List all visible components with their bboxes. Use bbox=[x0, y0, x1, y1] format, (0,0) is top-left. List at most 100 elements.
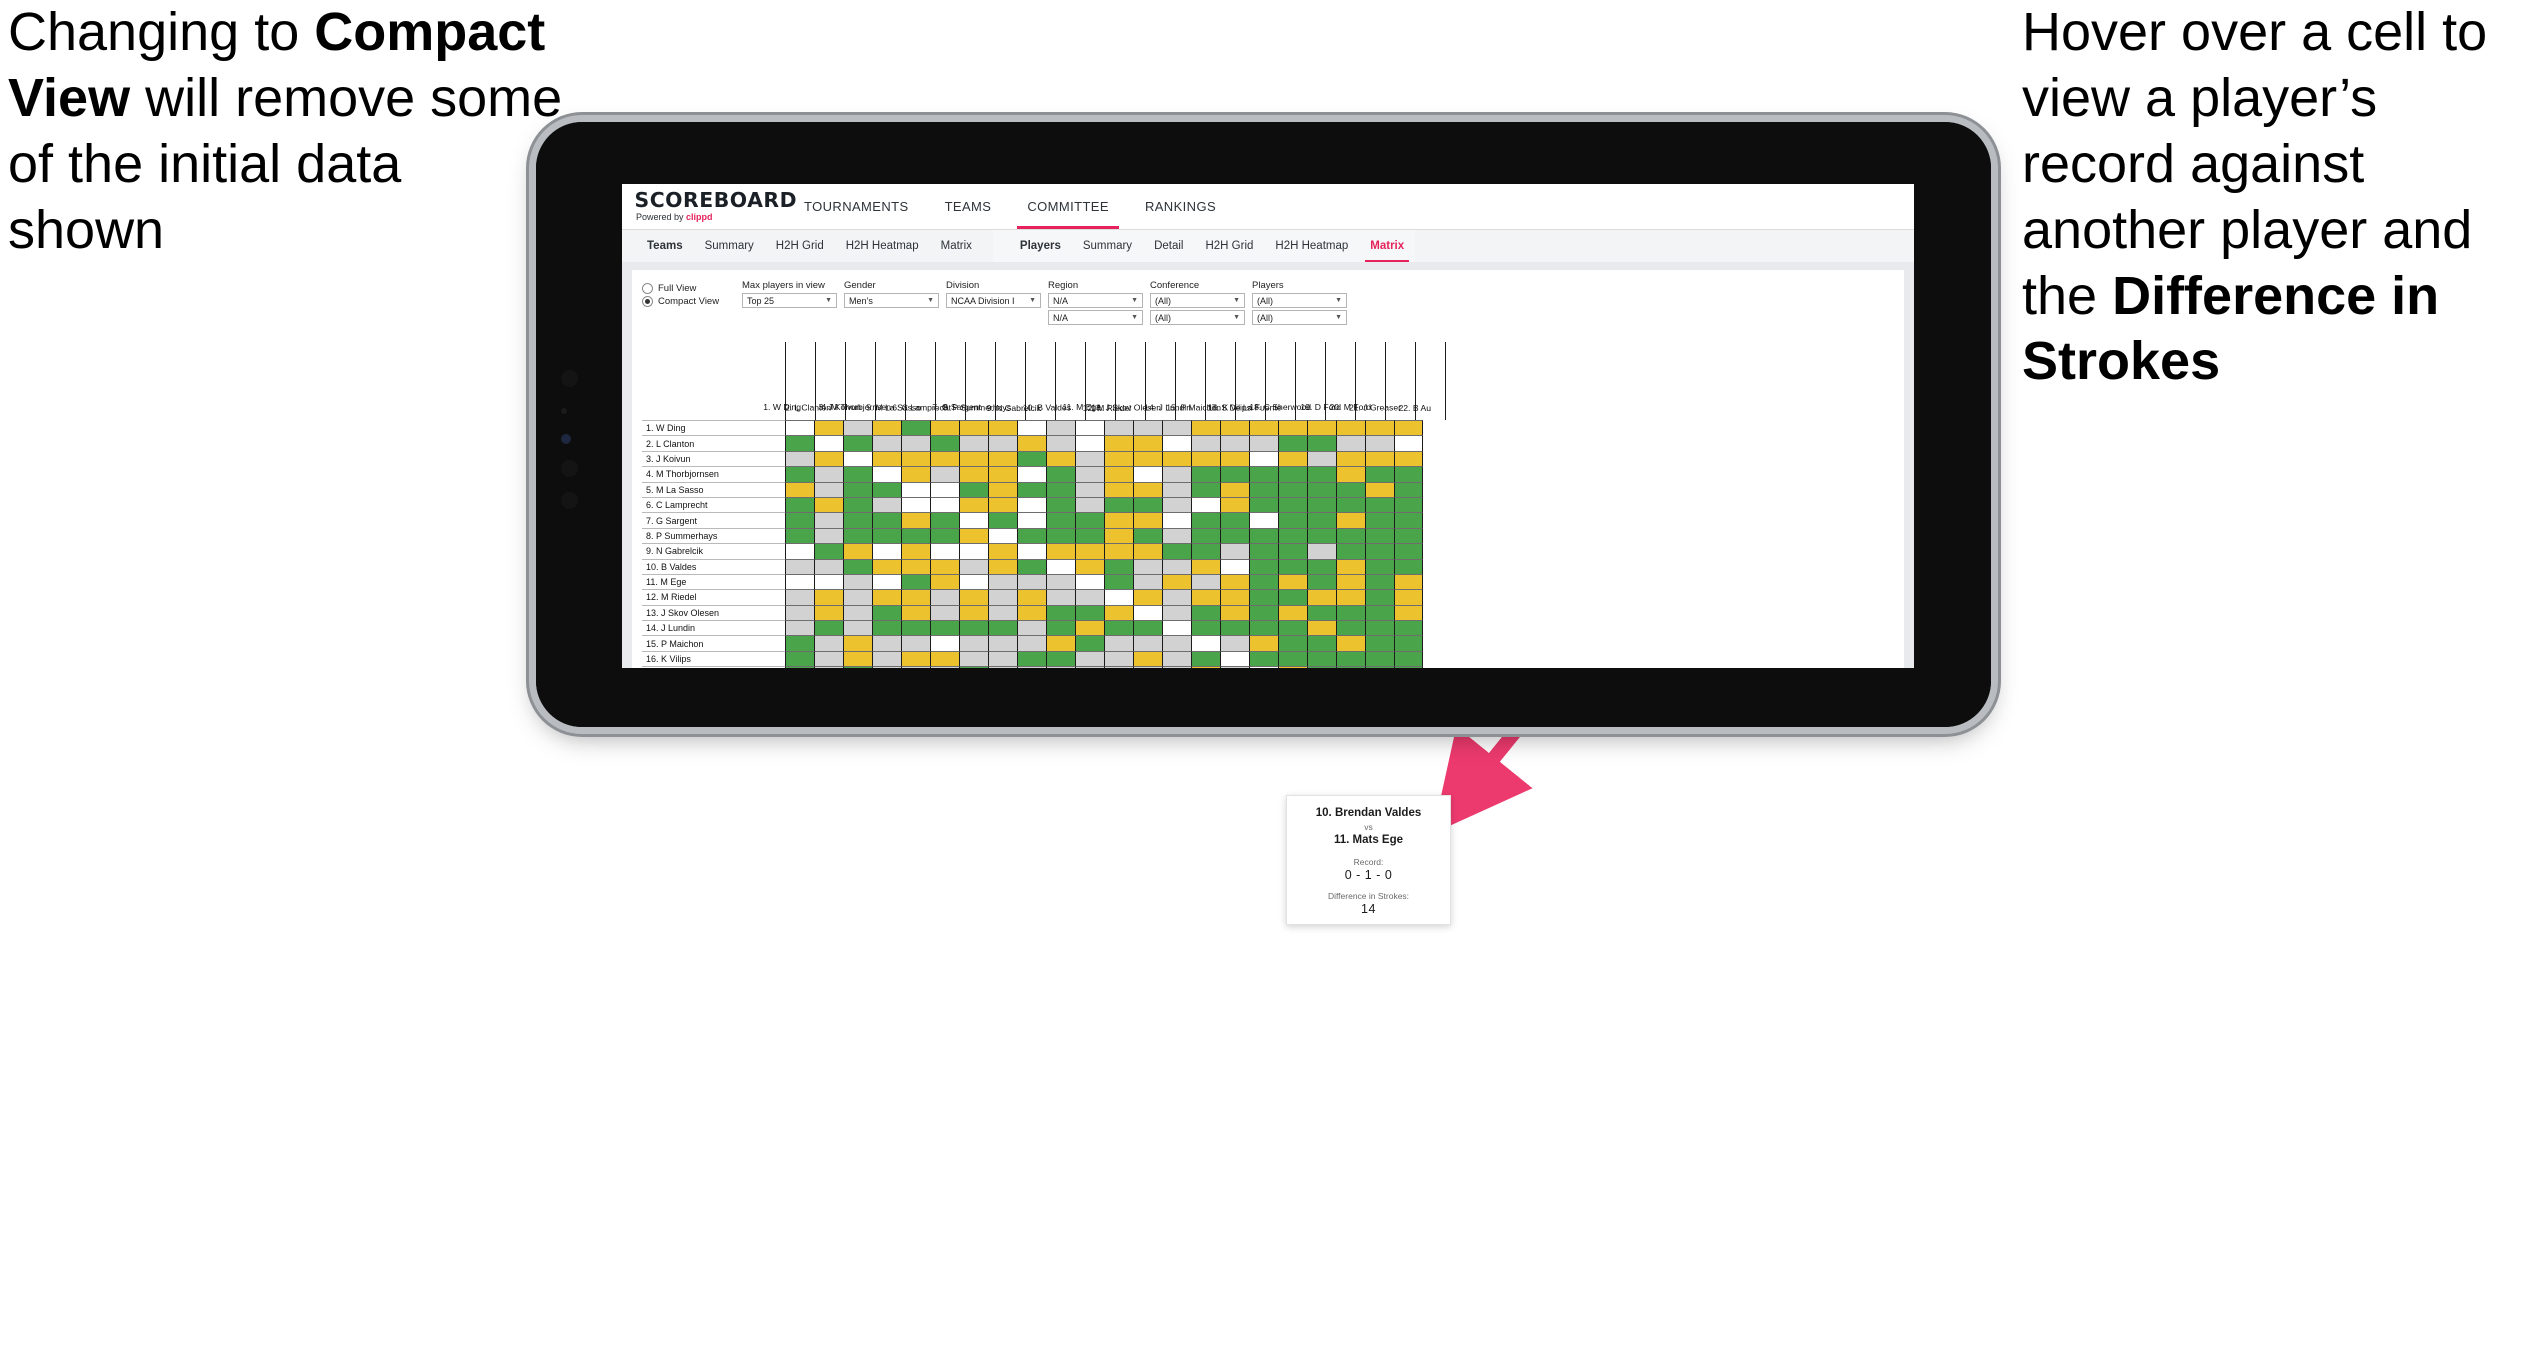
matrix-cell[interactable] bbox=[930, 435, 959, 451]
matrix-cell[interactable] bbox=[1307, 589, 1336, 605]
matrix-cell[interactable] bbox=[814, 435, 843, 451]
matrix-cell[interactable] bbox=[1162, 481, 1191, 497]
matrix-cell[interactable] bbox=[1191, 650, 1220, 667]
matrix-cell[interactable] bbox=[814, 666, 843, 668]
matrix-cell[interactable] bbox=[1191, 450, 1220, 467]
matrix-cell[interactable] bbox=[959, 435, 988, 451]
matrix-cell[interactable] bbox=[1017, 481, 1046, 497]
filter-players-select-2[interactable]: (All) ▼ bbox=[1252, 310, 1347, 325]
topnav-teams[interactable]: TEAMS bbox=[927, 184, 1010, 229]
matrix-cell[interactable] bbox=[1075, 558, 1104, 574]
matrix-cell[interactable] bbox=[1278, 420, 1307, 436]
matrix-cell[interactable] bbox=[959, 450, 988, 467]
matrix-cell[interactable] bbox=[1133, 604, 1162, 621]
matrix-cell[interactable] bbox=[1104, 666, 1133, 668]
matrix-cell[interactable] bbox=[785, 466, 814, 482]
matrix-cell[interactable] bbox=[1249, 450, 1278, 467]
matrix-cell[interactable] bbox=[1307, 650, 1336, 667]
matrix-cell[interactable] bbox=[1278, 650, 1307, 667]
matrix-cell[interactable] bbox=[1365, 420, 1394, 436]
matrix-cell[interactable] bbox=[1336, 666, 1365, 668]
matrix-cell[interactable] bbox=[988, 435, 1017, 451]
matrix-cell[interactable] bbox=[1336, 573, 1365, 590]
matrix-cell[interactable] bbox=[1394, 558, 1423, 574]
matrix-cell[interactable] bbox=[872, 558, 901, 574]
matrix-cell[interactable] bbox=[1162, 604, 1191, 621]
matrix-cell[interactable] bbox=[959, 496, 988, 513]
matrix-cell[interactable] bbox=[1336, 527, 1365, 544]
radio-compact-view-icon[interactable] bbox=[642, 296, 653, 307]
matrix-cell[interactable] bbox=[1133, 420, 1162, 436]
matrix-cell[interactable] bbox=[1249, 604, 1278, 621]
matrix-cell[interactable] bbox=[1104, 620, 1133, 636]
matrix-cell[interactable] bbox=[988, 543, 1017, 559]
matrix-cell[interactable] bbox=[988, 650, 1017, 667]
matrix-cell[interactable] bbox=[1394, 589, 1423, 605]
matrix-cell[interactable] bbox=[785, 573, 814, 590]
matrix-cell[interactable] bbox=[1307, 450, 1336, 467]
matrix-cell[interactable] bbox=[785, 589, 814, 605]
matrix-cell[interactable] bbox=[1278, 481, 1307, 497]
matrix-cell[interactable] bbox=[1017, 543, 1046, 559]
filter-region-select-2[interactable]: N/A ▼ bbox=[1048, 310, 1143, 325]
matrix-cell[interactable] bbox=[930, 620, 959, 636]
matrix-cell[interactable] bbox=[1394, 512, 1423, 528]
matrix-cell[interactable] bbox=[1017, 620, 1046, 636]
matrix-cell[interactable] bbox=[785, 527, 814, 544]
matrix-cell[interactable] bbox=[1191, 527, 1220, 544]
matrix-cell[interactable] bbox=[1133, 512, 1162, 528]
matrix-cell[interactable] bbox=[1162, 512, 1191, 528]
matrix-cell[interactable] bbox=[1307, 496, 1336, 513]
subnav-players-h2h-heatmap[interactable]: H2H Heatmap bbox=[1264, 230, 1359, 262]
matrix-cell[interactable] bbox=[1075, 589, 1104, 605]
matrix-cell[interactable] bbox=[1307, 604, 1336, 621]
matrix-cell[interactable] bbox=[901, 620, 930, 636]
matrix-cell[interactable] bbox=[1249, 620, 1278, 636]
matrix-cell[interactable] bbox=[1046, 450, 1075, 467]
matrix-cell[interactable] bbox=[785, 512, 814, 528]
matrix-cell[interactable] bbox=[1220, 604, 1249, 621]
matrix-cell[interactable] bbox=[872, 450, 901, 467]
matrix-cell[interactable] bbox=[901, 604, 930, 621]
matrix-cell[interactable] bbox=[1191, 466, 1220, 482]
matrix-cell[interactable] bbox=[1162, 450, 1191, 467]
matrix-cell[interactable] bbox=[988, 558, 1017, 574]
matrix-cell[interactable] bbox=[1220, 558, 1249, 574]
matrix-cell[interactable] bbox=[1278, 527, 1307, 544]
matrix-cell[interactable] bbox=[843, 481, 872, 497]
matrix-cell[interactable] bbox=[1249, 527, 1278, 544]
matrix-cell[interactable] bbox=[843, 635, 872, 651]
matrix-cell[interactable] bbox=[1162, 558, 1191, 574]
matrix-cell[interactable] bbox=[1046, 420, 1075, 436]
matrix-cell[interactable] bbox=[1191, 543, 1220, 559]
matrix-cell[interactable] bbox=[1046, 435, 1075, 451]
matrix-cell[interactable] bbox=[1133, 496, 1162, 513]
subnav-teams-h2h-grid[interactable]: H2H Grid bbox=[765, 230, 835, 262]
matrix-cell[interactable] bbox=[1133, 527, 1162, 544]
matrix-cell[interactable] bbox=[1249, 420, 1278, 436]
matrix-cell[interactable] bbox=[1307, 481, 1336, 497]
matrix-cell[interactable] bbox=[1017, 589, 1046, 605]
matrix-cell[interactable] bbox=[872, 543, 901, 559]
matrix-cell[interactable] bbox=[988, 420, 1017, 436]
matrix-cell[interactable] bbox=[1017, 573, 1046, 590]
matrix-cell[interactable] bbox=[843, 620, 872, 636]
matrix-cell[interactable] bbox=[1075, 527, 1104, 544]
matrix-cell[interactable] bbox=[959, 650, 988, 667]
matrix-cell[interactable] bbox=[872, 527, 901, 544]
matrix-cell[interactable] bbox=[1162, 650, 1191, 667]
subnav-teams[interactable]: Teams bbox=[636, 230, 694, 262]
matrix-cell[interactable] bbox=[1162, 466, 1191, 482]
matrix-cell[interactable] bbox=[1046, 573, 1075, 590]
matrix-cell[interactable] bbox=[988, 666, 1017, 668]
matrix-cell[interactable] bbox=[872, 573, 901, 590]
matrix-cell[interactable] bbox=[843, 527, 872, 544]
matrix-cell[interactable] bbox=[1307, 420, 1336, 436]
matrix-cell[interactable] bbox=[1104, 481, 1133, 497]
matrix-cell[interactable] bbox=[901, 635, 930, 651]
matrix-cell[interactable] bbox=[1278, 635, 1307, 651]
matrix-cell[interactable] bbox=[1075, 604, 1104, 621]
matrix-cell[interactable] bbox=[901, 650, 930, 667]
matrix-cell[interactable] bbox=[1394, 481, 1423, 497]
matrix-cell[interactable] bbox=[1249, 543, 1278, 559]
